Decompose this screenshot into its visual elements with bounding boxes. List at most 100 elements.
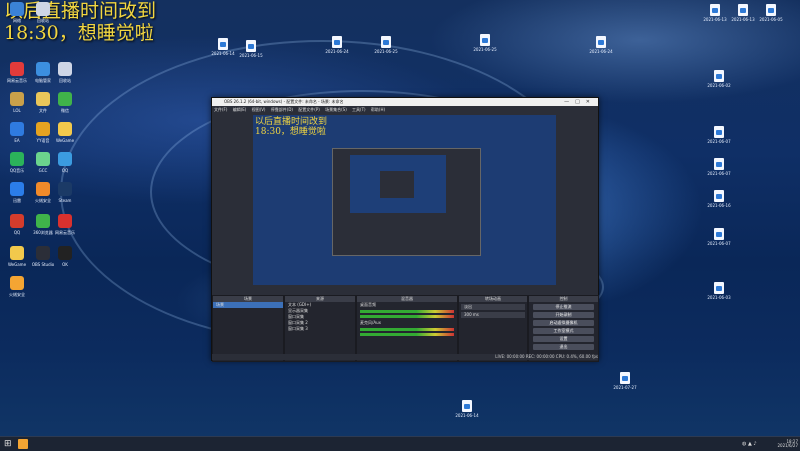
file-label: 2021-06-07: [707, 241, 731, 246]
window-controls[interactable]: —□✕: [564, 98, 596, 106]
audio-meter: [360, 333, 454, 336]
desktop-app-icon[interactable]: 网易云音乐: [50, 214, 80, 235]
controls-header: 控制: [529, 296, 598, 302]
file-label: 2021-06-05: [759, 17, 783, 22]
desktop-file-icon[interactable]: 2021-06-24: [324, 36, 350, 54]
menu-file[interactable]: 文件(F): [214, 107, 227, 112]
app-icon: [36, 92, 50, 106]
mixer-track-label: 麦克风/Aux: [360, 320, 381, 325]
app-icon: [58, 182, 72, 196]
desktop-icon-label: 回收站: [37, 18, 49, 23]
transition-select[interactable]: 淡出: [461, 304, 525, 310]
document-icon: [480, 34, 490, 46]
sources-dock: 来源 文本 (GDI+) 显示器采集 窗口采集 窗口采集 2 窗口采集 3 + …: [284, 295, 356, 362]
document-icon: [710, 4, 720, 16]
exit-button[interactable]: 退出: [533, 344, 594, 350]
desktop-icon-label: 微信: [61, 108, 69, 113]
file-label: 2021-07-27: [613, 385, 637, 390]
menu-scene-collection[interactable]: 场景集合(S): [325, 107, 347, 112]
file-label: 2021-06-14: [455, 413, 479, 418]
app-icon: [36, 214, 50, 228]
desktop-app-icon[interactable]: QQ: [50, 152, 80, 173]
desktop-file-icon[interactable]: 2021-06-14: [454, 400, 480, 418]
menu-help[interactable]: 帮助(H): [371, 107, 385, 112]
duration-input[interactable]: 300 ms: [461, 312, 525, 318]
app-icon: [36, 2, 50, 16]
desktop-app-icon[interactable]: Steam: [50, 182, 80, 203]
obs-preview[interactable]: 以后直播时间改到 18:30，想睡觉啦: [253, 115, 556, 285]
scene-item[interactable]: 场景: [213, 302, 283, 308]
stop-streaming-button[interactable]: 停止推流: [533, 304, 594, 310]
desktop-file-icon[interactable]: 2021-06-25: [472, 34, 498, 52]
transitions-dock: 转场动画 淡出 300 ms: [458, 295, 528, 362]
app-icon: [10, 246, 24, 260]
taskbar: ⊞ ◍ ▲ ♪ 18:27 2021/6/27: [0, 436, 800, 451]
desktop-icon-label: 网易云音乐: [55, 230, 75, 235]
menu-docks[interactable]: 停靠部件(D): [271, 107, 293, 112]
desktop-app-icon[interactable]: WeGame: [50, 122, 80, 143]
menu-profile[interactable]: 配置文件(P): [298, 107, 320, 112]
desktop-app-icon[interactable]: 微信: [50, 92, 80, 113]
desktop-file-icon[interactable]: 2021-06-07: [706, 228, 732, 246]
app-icon: [58, 92, 72, 106]
scenes-dock: 场景 场景 + − ∧ ∨: [212, 295, 284, 362]
menu-view[interactable]: 视图(V): [252, 107, 266, 112]
start-recording-button[interactable]: 开始录制: [533, 312, 594, 318]
desktop-file-icon[interactable]: 2021-06-24: [588, 36, 614, 54]
desktop-icon-label: OK: [62, 262, 68, 267]
app-icon: [58, 122, 72, 136]
menu-tools[interactable]: 工具(T): [352, 107, 366, 112]
desktop-file-icon[interactable]: 2021-06-25: [373, 36, 399, 54]
desktop-file-icon[interactable]: 2021-06-13: [702, 4, 728, 22]
file-label: 2021-06-16: [707, 203, 731, 208]
studio-mode-button[interactable]: 工作室模式: [533, 328, 594, 334]
desktop-file-icon[interactable]: 2021-07-27: [612, 372, 638, 390]
desktop-file-icon[interactable]: 2021-06-07: [706, 158, 732, 176]
controls-dock: 控制 停止推流 开始录制 启动虚拟摄像机 工作室模式 设置 退出: [528, 295, 599, 362]
app-icon: [10, 122, 24, 136]
desktop-file-icon[interactable]: 2021-06-15: [238, 40, 264, 58]
document-icon: [714, 228, 724, 240]
obs-titlebar[interactable]: OBS 26.1.2 (64-bit, windows) - 配置文件: 未命名…: [212, 98, 598, 106]
app-icon: [58, 214, 72, 228]
transitions-header: 转场动画: [459, 296, 527, 302]
tray-icons[interactable]: ◍ ▲ ♪: [742, 440, 757, 448]
obs-statusbar: LIVE: 00:00:00 REC: 00:00:00 CPU: 0.4%, …: [212, 354, 598, 360]
app-icon: [10, 92, 24, 106]
app-icon: [58, 152, 72, 166]
desktop-file-icon[interactable]: 2021-06-13: [730, 4, 756, 22]
audio-meter: [360, 315, 454, 318]
mixer-dock: 混音器 桌面音频 麦克风/Aux: [356, 295, 458, 362]
source-item[interactable]: 窗口采集 3: [285, 326, 355, 332]
app-taskbar-icon[interactable]: [18, 439, 28, 449]
app-icon: [36, 62, 50, 76]
start-virtual-camera-button[interactable]: 启动虚拟摄像机: [533, 320, 594, 326]
desktop-file-icon[interactable]: 2021-06-07: [706, 126, 732, 144]
clock[interactable]: 18:27 2021/6/27: [776, 440, 798, 448]
desktop-file-icon[interactable]: 2021-06-05: [758, 4, 784, 22]
preview-overlay-text: 以后直播时间改到 18:30，想睡觉啦: [255, 117, 328, 137]
desktop-file-icon[interactable]: 2021-06-14: [210, 38, 236, 56]
desktop-file-icon[interactable]: 2021-06-16: [706, 190, 732, 208]
settings-button[interactable]: 设置: [533, 336, 594, 342]
app-icon: [10, 182, 24, 196]
document-icon: [332, 36, 342, 48]
desktop-app-icon[interactable]: 火绒安全: [2, 276, 32, 297]
desktop-app-icon[interactable]: 回收站: [28, 2, 58, 23]
desktop-app-icon[interactable]: OK: [50, 246, 80, 267]
desktop-app-icon[interactable]: 回收站: [50, 62, 80, 83]
document-icon: [620, 372, 630, 384]
app-icon: [36, 122, 50, 136]
desktop-file-icon[interactable]: 2021-06-03: [706, 282, 732, 300]
menu-edit[interactable]: 编辑(E): [233, 107, 247, 112]
document-icon: [714, 282, 724, 294]
desktop-file-icon[interactable]: 2021-06-02: [706, 70, 732, 88]
document-icon: [714, 126, 724, 138]
desktop-icon-label: QQ: [61, 168, 69, 173]
obs-window[interactable]: OBS 26.1.2 (64-bit, windows) - 配置文件: 未命名…: [211, 97, 599, 362]
start-button[interactable]: ⊞: [4, 439, 14, 449]
document-icon: [218, 38, 228, 50]
file-label: 2021-06-24: [325, 49, 349, 54]
document-icon: [596, 36, 606, 48]
document-icon: [462, 400, 472, 412]
